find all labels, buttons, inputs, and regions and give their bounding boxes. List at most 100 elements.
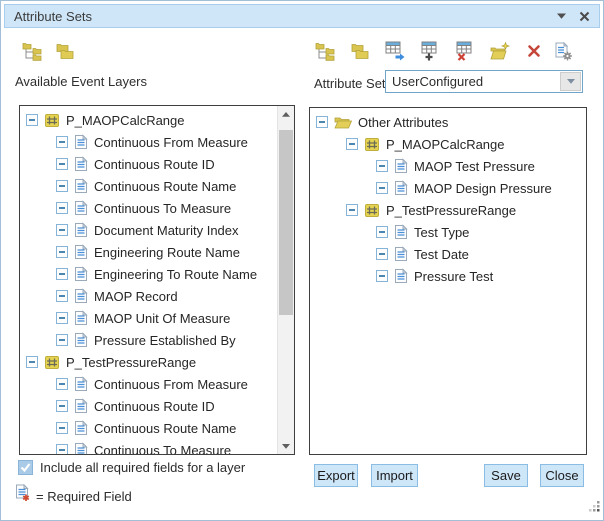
tree-item-label: Document Maturity Index	[94, 223, 239, 238]
collapse-toggle[interactable]	[56, 158, 68, 170]
tree-item-p-testpressurerange[interactable]: P_TestPressureRange	[20, 351, 277, 373]
table-x-icon[interactable]	[453, 39, 477, 63]
collapse-toggle[interactable]	[56, 334, 68, 346]
collapse-toggle[interactable]	[56, 400, 68, 412]
scroll-up-icon[interactable]	[278, 106, 294, 122]
collapse-toggle[interactable]	[56, 378, 68, 390]
document-icon	[74, 420, 88, 436]
collapse-toggle[interactable]	[376, 248, 388, 260]
close-icon[interactable]	[579, 11, 590, 22]
collapse-toggle[interactable]	[56, 444, 68, 454]
tree-item-maop-design-pressure[interactable]: MAOP Design Pressure	[310, 177, 586, 199]
tree-item-p-maopcalcrange[interactable]: P_MAOPCalcRange	[310, 133, 586, 155]
document-icon	[74, 200, 88, 216]
collapse-folders-icon[interactable]	[348, 39, 372, 63]
save-button[interactable]: Save	[484, 464, 528, 487]
collapse-toggle[interactable]	[56, 246, 68, 258]
tree-item-continuous-to-measure[interactable]: Continuous To Measure	[20, 197, 277, 219]
tree-item-p-maopcalcrange[interactable]: P_MAOPCalcRange	[20, 109, 277, 131]
attribute-set-dropdown[interactable]: UserConfigured	[385, 70, 583, 93]
window-title: Attribute Sets	[14, 9, 92, 24]
tree-item-label: Other Attributes	[358, 115, 448, 130]
document-icon	[394, 268, 408, 284]
tree-item-document-maturity-index[interactable]: Document Maturity Index	[20, 219, 277, 241]
tree-item-label: P_TestPressureRange	[386, 203, 516, 218]
event-layer-icon	[44, 113, 60, 128]
attribute-set-panel: Other Attributes P_MAOPCalcRangeMAOP Test…	[309, 107, 587, 455]
collapse-toggle[interactable]	[26, 356, 38, 368]
include-required-fields-checkbox[interactable]	[18, 460, 33, 475]
tree-item-engineering-route-name[interactable]: Engineering Route Name	[20, 241, 277, 263]
tree-item-pressure-test[interactable]: Pressure Test	[310, 265, 586, 287]
collapse-toggle[interactable]	[56, 202, 68, 214]
table-plus-icon[interactable]	[418, 39, 442, 63]
tree-item-continuous-route-name[interactable]: Continuous Route Name	[20, 175, 277, 197]
table-arrow-icon[interactable]	[383, 39, 407, 63]
collapse-folders-icon[interactable]	[53, 39, 77, 63]
tree-item-maop-record[interactable]: MAOP Record	[20, 285, 277, 307]
dropdown-arrow-button[interactable]	[560, 72, 581, 91]
tree-item-continuous-route-id[interactable]: Continuous Route ID	[20, 395, 277, 417]
import-button[interactable]: Import	[371, 464, 418, 487]
expand-tree-icon[interactable]	[313, 39, 337, 63]
folder-new-icon[interactable]	[488, 39, 512, 63]
tree-item-continuous-to-measure[interactable]: Continuous To Measure	[20, 439, 277, 454]
tree-item-engineering-to-route-name[interactable]: Engineering To Route Name	[20, 263, 277, 285]
required-field-legend: = Required Field	[36, 489, 132, 504]
collapse-toggle[interactable]	[56, 224, 68, 236]
collapse-toggle[interactable]	[376, 182, 388, 194]
resize-grip[interactable]	[588, 499, 600, 517]
event-layer-icon	[44, 355, 60, 370]
collapse-toggle[interactable]	[346, 138, 358, 150]
collapse-toggle[interactable]	[56, 180, 68, 192]
export-button[interactable]: Export	[314, 464, 358, 487]
collapse-toggle[interactable]	[56, 268, 68, 280]
collapse-toggle[interactable]	[56, 290, 68, 302]
collapse-toggle[interactable]	[56, 312, 68, 324]
available-event-layers-label: Available Event Layers	[15, 74, 147, 89]
window-menu-caret-icon[interactable]	[557, 13, 566, 19]
document-icon	[394, 180, 408, 196]
collapse-toggle[interactable]	[376, 226, 388, 238]
delete-x-icon[interactable]	[522, 39, 546, 63]
tree-item-pressure-established-by[interactable]: Pressure Established By	[20, 329, 277, 351]
collapse-toggle[interactable]	[26, 114, 38, 126]
tree-item-label: MAOP Unit Of Measure	[94, 311, 230, 326]
document-icon	[74, 442, 88, 454]
tree-item-label: Continuous Route Name	[94, 179, 236, 194]
collapse-toggle[interactable]	[376, 270, 388, 282]
available-event-layers-panel: P_MAOPCalcRangeContinuous From MeasureCo…	[19, 105, 295, 455]
document-icon	[74, 332, 88, 348]
document-icon	[394, 158, 408, 174]
document-gear-icon[interactable]	[551, 39, 575, 63]
tree-item-other-attributes[interactable]: Other Attributes	[310, 111, 586, 133]
tree-item-maop-test-pressure[interactable]: MAOP Test Pressure	[310, 155, 586, 177]
tree-item-continuous-from-measure[interactable]: Continuous From Measure	[20, 131, 277, 153]
tree-item-continuous-route-name[interactable]: Continuous Route Name	[20, 417, 277, 439]
tree-item-test-date[interactable]: Test Date	[310, 243, 586, 265]
tree-item-label: Continuous To Measure	[94, 201, 231, 216]
collapse-toggle[interactable]	[376, 160, 388, 172]
tree-item-label: Continuous From Measure	[94, 135, 248, 150]
collapse-toggle[interactable]	[56, 422, 68, 434]
tree-item-continuous-from-measure[interactable]: Continuous From Measure	[20, 373, 277, 395]
collapse-toggle[interactable]	[316, 116, 328, 128]
collapse-toggle[interactable]	[346, 204, 358, 216]
tree-item-label: Engineering Route Name	[94, 245, 240, 260]
scrollbar-thumb[interactable]	[279, 130, 293, 315]
collapse-toggle[interactable]	[56, 136, 68, 148]
tree-item-label: P_MAOPCalcRange	[66, 113, 185, 128]
tree-item-label: Continuous To Measure	[94, 443, 231, 455]
scroll-down-icon[interactable]	[278, 438, 294, 454]
tree-item-label: Pressure Test	[414, 269, 493, 284]
tree-item-maop-unit-of-measure[interactable]: MAOP Unit Of Measure	[20, 307, 277, 329]
tree-item-label: Test Type	[414, 225, 469, 240]
tree-item-label: Continuous Route ID	[94, 157, 215, 172]
tree-item-p-testpressurerange[interactable]: P_TestPressureRange	[310, 199, 586, 221]
tree-item-continuous-route-id[interactable]: Continuous Route ID	[20, 153, 277, 175]
tree-item-test-type[interactable]: Test Type	[310, 221, 586, 243]
close-button[interactable]: Close	[540, 464, 584, 487]
vertical-scrollbar[interactable]	[277, 106, 294, 454]
expand-tree-icon[interactable]	[20, 39, 44, 63]
tree-item-label: Test Date	[414, 247, 469, 262]
